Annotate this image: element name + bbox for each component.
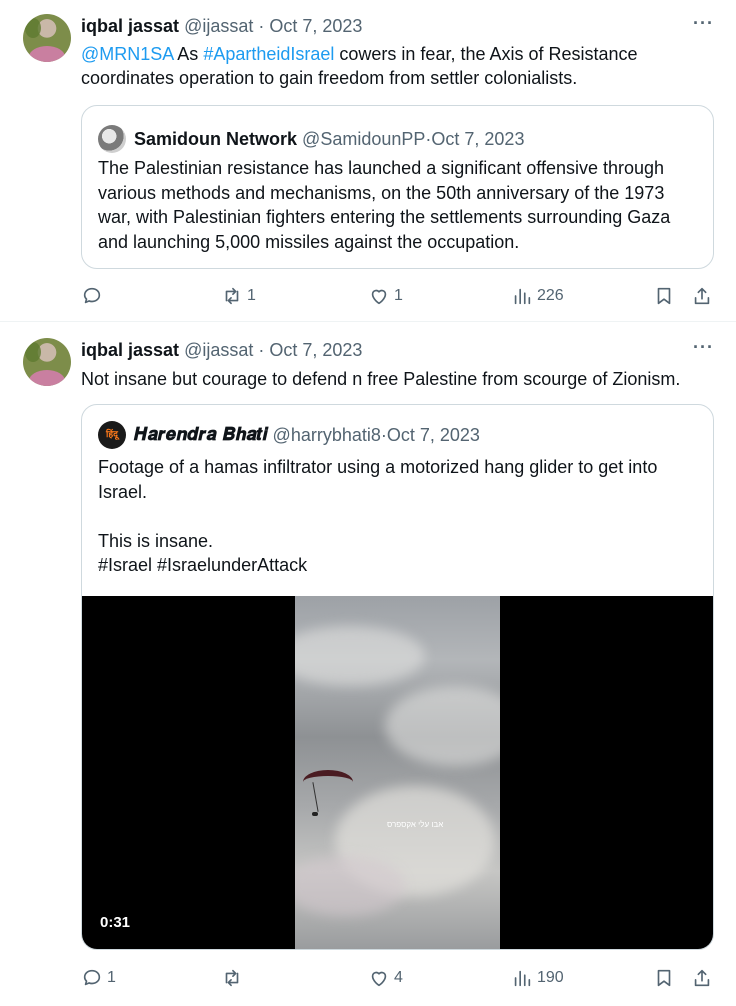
share-button[interactable] [691,284,713,308]
separator: · [253,16,270,36]
reply-button[interactable]: 1 [81,966,116,990]
author-handle[interactable]: @ijassat [184,16,253,36]
video-caption: אבו עלי אקספרס [387,820,444,829]
paraglider [303,770,353,794]
author-name[interactable]: iqbal jassat [81,16,179,36]
action-bar: 1 1 226 [81,284,721,308]
views-icon [514,970,531,987]
quote-author-handle: @harrybhati8 [272,425,381,445]
quote-author-name: 𝑯𝒂𝒓𝒆𝒏𝒅𝒓𝒂 𝑩𝒉𝒂𝒕𝒊 [134,424,268,445]
repost-button[interactable]: 1 [221,284,256,308]
tweet-text: Not insane but courage to defend n free … [81,369,681,389]
tweet[interactable]: iqbal jassat @ijassat · Oct 7, 2023 ··· … [0,322,736,1006]
share-icon [694,969,710,987]
views-button[interactable]: 190 [511,966,564,990]
hashtag-link[interactable]: #ApartheidIsrael [203,44,334,64]
avatar[interactable] [23,338,71,386]
views-button[interactable]: 226 [511,284,564,308]
like-button[interactable]: 1 [368,284,403,308]
views-count: 226 [537,287,564,304]
tweet-header: iqbal jassat @ijassat · Oct 7, 2023 [81,15,362,37]
share-button[interactable] [691,966,713,990]
like-count: 4 [394,969,403,986]
more-icon[interactable]: ··· [693,337,714,358]
reply-count: 1 [107,969,116,986]
video-duration: 0:31 [100,914,131,931]
quote-avatar [98,125,126,153]
tweet-header: iqbal jassat @ijassat · Oct 7, 2023 [81,339,362,361]
quote-author-name: Samidoun Network [134,129,298,149]
repost-button[interactable] [221,966,247,990]
tweet-text: @MRN1SA As #ApartheidIsrael cowers in fe… [81,42,721,90]
reply-icon [83,287,101,304]
bookmark-icon [657,287,671,305]
tweet-date[interactable]: Oct 7, 2023 [269,340,362,360]
separator: · [253,340,270,360]
like-count: 1 [394,287,403,304]
more-icon[interactable]: ··· [693,13,714,34]
bookmark-icon [657,969,671,987]
reply-icon [83,969,101,986]
quote-text: The Palestinian resistance has launched … [98,158,671,252]
quoted-tweet[interactable]: हिंदू 𝑯𝒂𝒓𝒆𝒏𝒅𝒓𝒂 𝑩𝒉𝒂𝒕𝒊 @harrybhati8 · Oct … [81,404,714,950]
action-bar: 1 4 190 [81,966,721,990]
quote-header: हिंदू 𝑯𝒂𝒓𝒆𝒏𝒅𝒓𝒂 𝑩𝒉𝒂𝒕𝒊 @harrybhati8 · Oct … [98,421,480,449]
quote-date: Oct 7, 2023 [386,425,480,445]
quote-avatar-text: हिंदू [106,430,118,440]
quote-author-handle: @SamidounPP [302,129,426,149]
avatar[interactable] [23,14,71,62]
quote-header: Samidoun Network @SamidounPP · Oct 7, 20… [98,125,524,153]
tweet[interactable]: iqbal jassat @ijassat · Oct 7, 2023 ··· … [0,0,736,322]
repost-count: 1 [247,287,256,304]
quote-date: Oct 7, 2023 [431,129,525,149]
quote-avatar: हिंदू [98,421,126,449]
quote-text: Footage of a hamas infiltrator using a m… [98,457,658,575]
views-count: 190 [537,969,564,986]
author-handle[interactable]: @ijassat [184,340,253,360]
tweet-date[interactable]: Oct 7, 2023 [269,16,362,36]
bookmark-button[interactable] [653,966,675,990]
video-frame: אבו עלי אקספרס [295,596,500,949]
quoted-tweet[interactable]: Samidoun Network @SamidounPP · Oct 7, 20… [81,105,714,269]
mention-link[interactable]: @MRN1SA [81,44,173,64]
repost-icon [225,287,239,305]
author-name[interactable]: iqbal jassat [81,340,179,360]
video-player[interactable]: אבו עלי אקספרס 0:31 [82,596,713,949]
share-icon [694,287,710,305]
tweet-text-part: As [173,44,204,64]
like-button[interactable]: 4 [368,966,403,990]
repost-icon [225,969,239,987]
reply-button[interactable] [81,284,107,308]
like-icon [371,971,387,987]
views-icon [514,288,531,305]
bookmark-button[interactable] [653,284,675,308]
like-icon [371,289,387,305]
